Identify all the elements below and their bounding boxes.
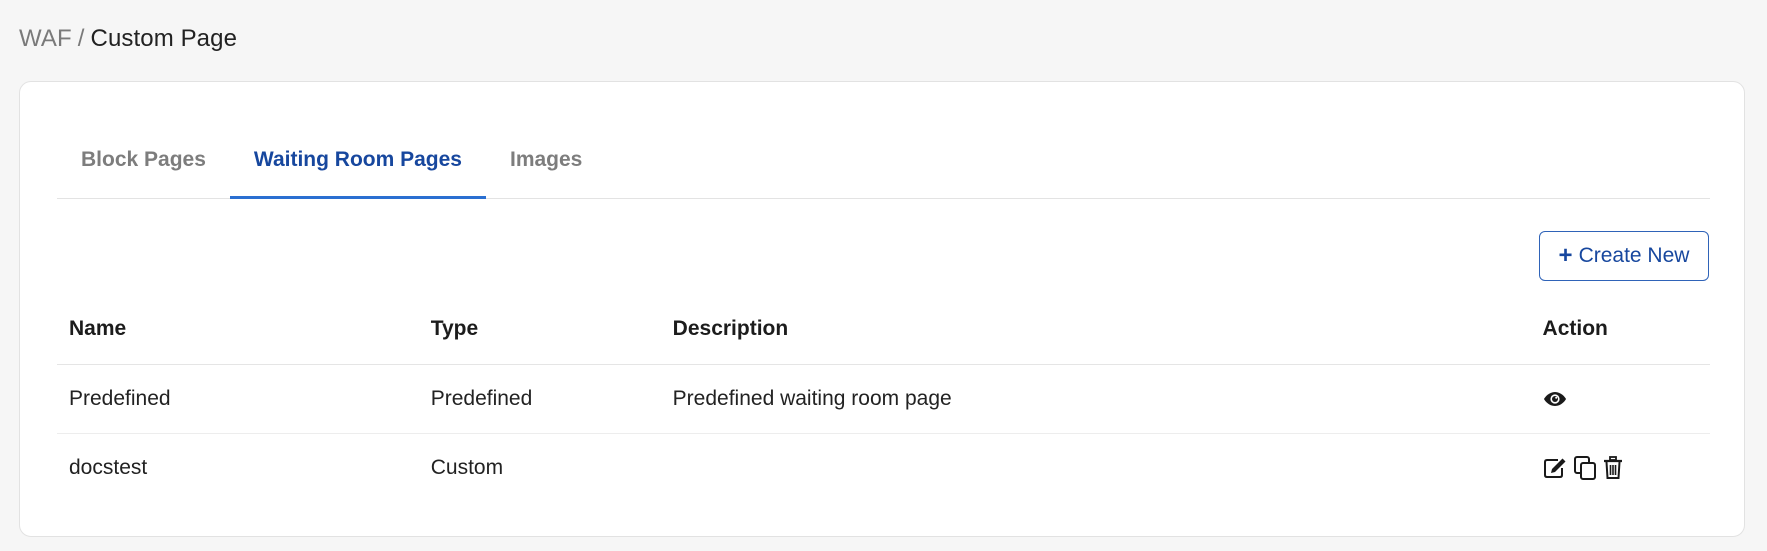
eye-icon[interactable]: [1543, 390, 1567, 408]
tab-bar: Block Pages Waiting Room Pages Images: [57, 122, 1710, 199]
create-new-button[interactable]: + Create New: [1539, 231, 1709, 281]
column-header-description: Description: [660, 294, 1531, 365]
copy-icon[interactable]: [1573, 455, 1597, 481]
edit-icon[interactable]: [1543, 457, 1567, 479]
trash-icon[interactable]: [1603, 456, 1623, 480]
column-header-action: Action: [1530, 294, 1710, 365]
tab-block-pages[interactable]: Block Pages: [57, 122, 230, 198]
tab-waiting-room-pages[interactable]: Waiting Room Pages: [229, 122, 487, 199]
cell-name: Predefined: [57, 364, 419, 434]
column-header-name: Name: [57, 294, 419, 365]
breadcrumb-parent[interactable]: WAF: [19, 25, 72, 52]
table-header-row: Name Type Description Action: [57, 294, 1710, 365]
cell-actions: [1531, 434, 1710, 503]
cell-type: Custom: [430, 456, 504, 479]
column-header-type: Type: [418, 294, 661, 365]
cell-description: Predefined waiting room page: [660, 364, 1531, 434]
create-new-label: Create New: [1578, 244, 1690, 267]
content-card: Block Pages Waiting Room Pages Images + …: [19, 81, 1745, 537]
breadcrumb-current: Custom Page: [90, 25, 238, 52]
cell-description: [661, 434, 1531, 503]
breadcrumb-separator: /: [77, 25, 85, 52]
table-row: docstest Custom: [57, 434, 1710, 503]
plus-icon: +: [1558, 242, 1573, 269]
pages-table: Name Type Description Action Predefined …: [57, 294, 1710, 502]
cell-name: docstest: [69, 456, 148, 479]
table-row: Predefined Predefined Predefined waiting…: [57, 364, 1710, 434]
breadcrumb: WAF / Custom Page: [19, 22, 237, 56]
cell-actions: [1530, 364, 1710, 434]
cell-type: Predefined: [418, 364, 661, 434]
tab-images[interactable]: Images: [486, 122, 606, 198]
